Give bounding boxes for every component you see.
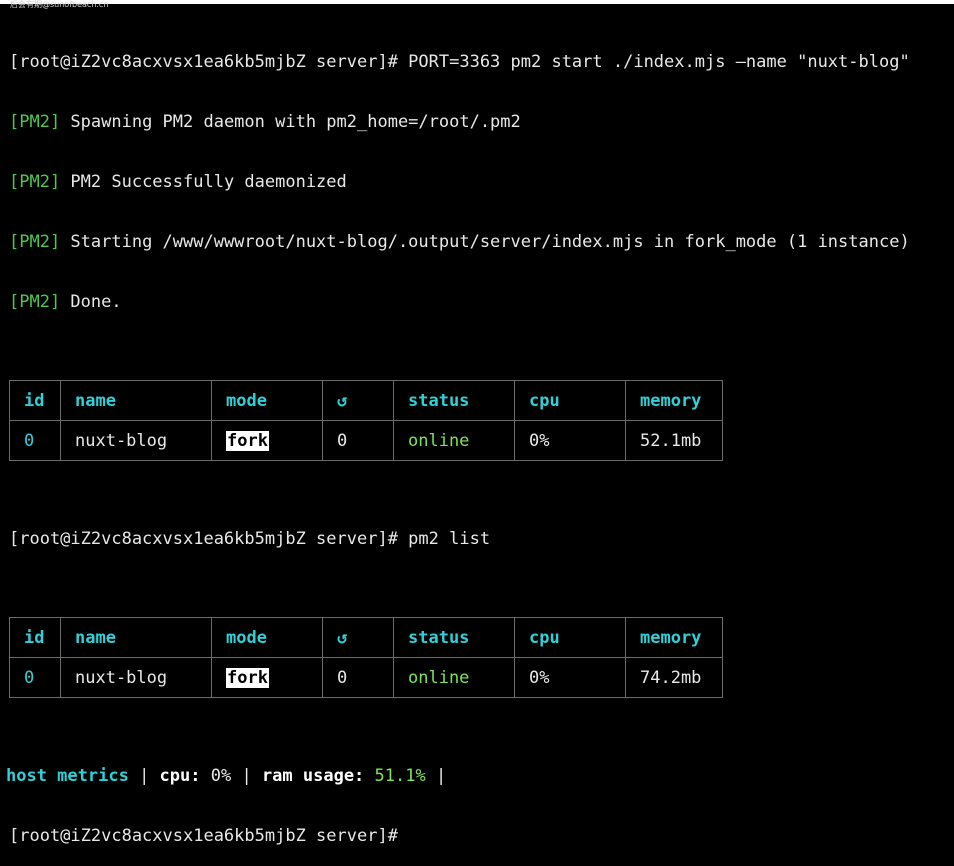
- cell-id: 0: [9, 657, 61, 698]
- pm2-tag: [PM2]: [9, 172, 61, 192]
- terminal-output[interactable]: [root@iZ2vc8acxvsx1ea6kb5mjbZ server]# P…: [6, 12, 949, 866]
- cpu-key: cpu:: [159, 766, 201, 786]
- cell-cpu: 0%: [514, 657, 626, 698]
- command-line: [root@iZ2vc8acxvsx1ea6kb5mjbZ server]# p…: [9, 529, 949, 549]
- metrics-separator: |: [128, 766, 160, 786]
- header-id: id: [9, 380, 61, 421]
- cell-restart: 0: [322, 420, 394, 461]
- log-text: Spawning PM2 daemon with pm2_home=/root/…: [60, 112, 521, 132]
- command-text: PORT=3363 pm2 start ./index.mjs —name "n…: [408, 52, 910, 72]
- cell-cpu: 0%: [514, 420, 626, 461]
- header-status: status: [393, 380, 515, 421]
- cell-status: online: [393, 657, 515, 698]
- header-name: name: [60, 617, 212, 658]
- shell-prompt: [root@iZ2vc8acxvsx1ea6kb5mjbZ server]#: [9, 826, 398, 846]
- log-line: [PM2] Spawning PM2 daemon with pm2_home=…: [9, 112, 949, 132]
- pm2-tag: [PM2]: [9, 292, 61, 312]
- header-restart-icon: ↺: [322, 617, 394, 658]
- cell-memory: 74.2mb: [625, 657, 723, 698]
- metrics-separator: |: [425, 766, 447, 786]
- ram-key: ram usage:: [261, 766, 365, 786]
- cell-mode: fork: [211, 657, 323, 698]
- header-memory: memory: [625, 617, 723, 658]
- pm2-tag: [PM2]: [9, 112, 61, 132]
- process-table: id name mode ↺ status cpu memory 0 nuxt-…: [9, 617, 723, 698]
- metrics-separator: |: [231, 766, 262, 786]
- log-text: Starting /www/wwwroot/nuxt-blog/.output/…: [60, 232, 910, 252]
- shell-prompt: [root@iZ2vc8acxvsx1ea6kb5mjbZ server]#: [9, 52, 409, 72]
- log-line: [PM2] Done.: [9, 292, 949, 312]
- log-text: PM2 Successfully daemonized: [60, 172, 347, 192]
- mode-highlight: fork: [226, 667, 269, 688]
- process-table: id name mode ↺ status cpu memory 0 nuxt-…: [9, 380, 723, 461]
- log-line: [PM2] PM2 Successfully daemonized: [9, 172, 949, 192]
- command-line: [root@iZ2vc8acxvsx1ea6kb5mjbZ server]# P…: [9, 52, 949, 72]
- cell-status: online: [393, 420, 515, 461]
- shell-prompt: [root@iZ2vc8acxvsx1ea6kb5mjbZ server]#: [9, 529, 409, 549]
- host-metrics-line: host metrics | cpu: 0% | ram usage: 51.1…: [6, 766, 946, 786]
- command-text: pm2 list: [408, 529, 491, 549]
- header-cpu: cpu: [514, 380, 626, 421]
- cell-restart: 0: [322, 657, 394, 698]
- table-row: 0 nuxt-blog fork 0 online 0% 52.1mb: [9, 420, 723, 461]
- header-status: status: [393, 617, 515, 658]
- log-text: Done.: [60, 292, 122, 312]
- header-mode: mode: [211, 617, 323, 658]
- metrics-label: host metrics: [6, 766, 129, 786]
- table-row: 0 nuxt-blog fork 0 online 0% 74.2mb: [9, 657, 723, 698]
- header-memory: memory: [625, 380, 723, 421]
- window-top-edge: [0, 0, 954, 4]
- header-name: name: [60, 380, 212, 421]
- header-id: id: [9, 617, 61, 658]
- cell-name: nuxt-blog: [60, 657, 212, 698]
- ram-value: 51.1%: [364, 766, 426, 786]
- cell-mode: fork: [211, 420, 323, 461]
- command-line[interactable]: [root@iZ2vc8acxvsx1ea6kb5mjbZ server]#: [9, 826, 949, 846]
- log-line: [PM2] Starting /www/wwwroot/nuxt-blog/.o…: [9, 232, 949, 252]
- cell-memory: 52.1mb: [625, 420, 723, 461]
- header-cpu: cpu: [514, 617, 626, 658]
- mode-highlight: fork: [226, 430, 269, 451]
- watermark: 后会有期@sunofbeach.cn: [10, 0, 109, 9]
- table-header-row: id name mode ↺ status cpu memory: [9, 617, 723, 658]
- cell-id: 0: [9, 420, 61, 461]
- pm2-tag: [PM2]: [9, 232, 61, 252]
- cpu-value: 0%: [200, 766, 232, 786]
- header-mode: mode: [211, 380, 323, 421]
- table-header-row: id name mode ↺ status cpu memory: [9, 380, 723, 421]
- cell-name: nuxt-blog: [60, 420, 212, 461]
- header-restart-icon: ↺: [322, 380, 394, 421]
